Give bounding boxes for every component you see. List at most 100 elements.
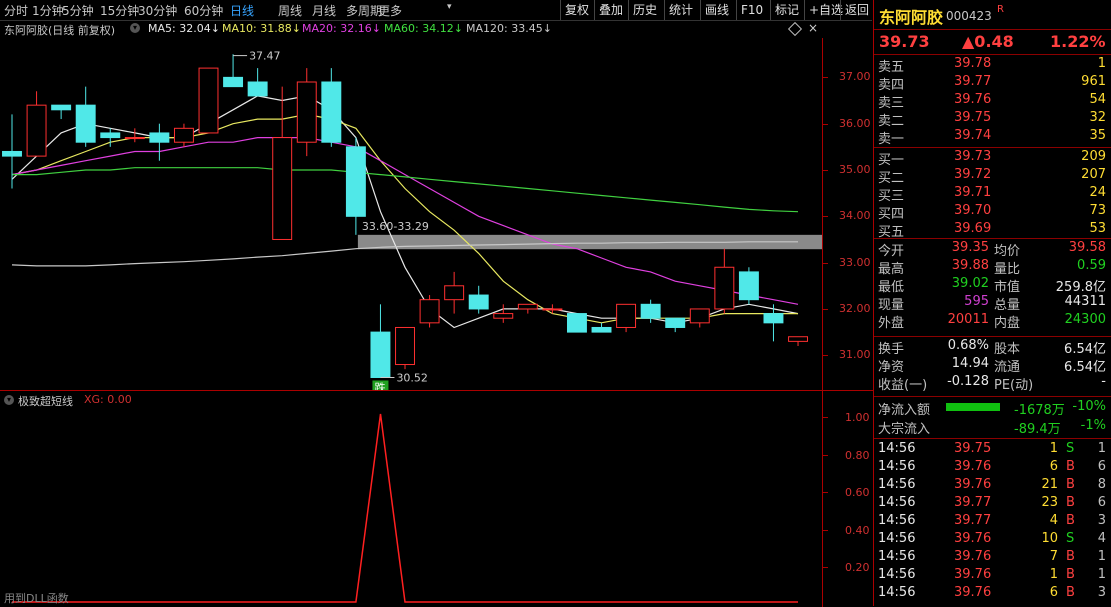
axis-tick bbox=[823, 492, 828, 494]
orderbook-row[interactable]: 买三 39.71 24 bbox=[874, 185, 1110, 204]
ma10-line bbox=[11, 113, 798, 324]
tick-row: 14:56 39.76 21 B 8 bbox=[874, 477, 1110, 495]
toolbar-button[interactable]: 统计 bbox=[664, 0, 697, 20]
ma5-line bbox=[11, 95, 799, 329]
tick-volume: 7 bbox=[1049, 549, 1058, 564]
stat-value: 595 bbox=[964, 294, 989, 309]
toolbar-button[interactable]: 复权 bbox=[560, 0, 593, 20]
tab-period[interactable]: 30分钟 bbox=[138, 2, 177, 19]
toolbar-button[interactable]: 叠加 bbox=[594, 0, 627, 20]
tick-time: 14:56 bbox=[878, 549, 916, 564]
diamond-icon[interactable] bbox=[787, 21, 803, 37]
orderbook-row[interactable]: 买五 39.69 53 bbox=[874, 221, 1110, 240]
tab-period[interactable]: 月线 bbox=[312, 2, 336, 19]
candle bbox=[247, 68, 268, 97]
indicator-axis-label: 0.80 bbox=[845, 448, 870, 462]
tick-price: 39.77 bbox=[954, 513, 992, 528]
tick-row: 14:56 39.77 4 B 3 bbox=[874, 513, 1110, 531]
orderbook-price: 39.75 bbox=[954, 110, 992, 125]
tab-period[interactable]: 分时 bbox=[4, 2, 28, 19]
toolbar-button[interactable]: 历史 bbox=[628, 0, 661, 20]
toolbar-button[interactable]: 返回 bbox=[840, 0, 873, 20]
stat-label: PE(动) bbox=[994, 378, 1034, 393]
stat-value: 39.02 bbox=[951, 276, 989, 291]
orderbook-row[interactable]: 卖三 39.76 54 bbox=[874, 92, 1110, 111]
chevron-down-icon[interactable]: ▾ bbox=[130, 23, 140, 33]
orderbook-row[interactable]: 买二 39.72 207 bbox=[874, 167, 1110, 186]
chevron-down-icon[interactable]: ▾ bbox=[447, 2, 452, 12]
candle bbox=[738, 267, 759, 305]
flow-label: 净流入额 bbox=[878, 403, 931, 418]
stat-value: 39.58 bbox=[1068, 240, 1106, 255]
orderbook-price: 39.76 bbox=[954, 92, 992, 107]
candle bbox=[124, 128, 145, 143]
quote-panel: 东阿阿胶 000423 R 39.73 ▲0.48 1.22% 卖五 39.78 1… bbox=[873, 0, 1111, 606]
axis-label: 32.00 bbox=[839, 301, 871, 315]
orderbook-level: 买四 bbox=[878, 207, 905, 222]
tab-period[interactable]: 1分钟 bbox=[32, 2, 64, 19]
stat-value: 0.59 bbox=[1077, 258, 1106, 273]
tab-period[interactable]: 多周期 bbox=[346, 2, 382, 19]
indicator-axis-label: 1.00 bbox=[845, 411, 870, 424]
axis-tick bbox=[823, 216, 828, 218]
indicator-chart[interactable] bbox=[0, 406, 822, 606]
period-toolbar: 分时 1分钟 5分钟 15分钟 30分钟 60分钟 日线 周线 月线 多周期 更多 ▾ 复权 叠加 历史 统计… bbox=[0, 0, 872, 21]
candle bbox=[468, 285, 489, 314]
orderbook-row[interactable]: 卖一 39.74 35 bbox=[874, 128, 1110, 147]
stat-label: 总量 bbox=[994, 298, 1021, 313]
stat-value: 6.54亿 bbox=[1064, 342, 1106, 357]
stat-value: 20011 bbox=[947, 312, 989, 327]
stat-label: 量比 bbox=[994, 262, 1021, 277]
stat-row: 今开 39.35 均价 39.58 bbox=[874, 240, 1110, 259]
stat-value: 259.8亿 bbox=[1055, 280, 1106, 295]
orderbook-volume: 73 bbox=[1089, 203, 1106, 218]
stock-code: 000423 bbox=[946, 9, 992, 23]
tab-period[interactable]: 更多 bbox=[378, 2, 402, 19]
orderbook-level: 卖四 bbox=[878, 78, 905, 93]
stat-label: 最高 bbox=[878, 262, 905, 277]
stat-row: 最低 39.02 市值 259.8亿 bbox=[874, 276, 1110, 295]
kline-chart[interactable]: 37.47 30.52 33.60-33.29 跌 bbox=[0, 38, 822, 390]
tab-period[interactable]: 周线 bbox=[278, 2, 302, 19]
orderbook-level: 买二 bbox=[878, 171, 905, 186]
axis-label: 34.00 bbox=[839, 209, 871, 223]
orderbook-row[interactable]: 买一 39.73 209 bbox=[874, 149, 1110, 168]
tick-price: 39.76 bbox=[954, 531, 992, 546]
candle bbox=[2, 114, 22, 189]
fund-flow: 净流入额 -1678万 -10% 大宗流入 -89.4万 -1% bbox=[874, 396, 1111, 438]
candle bbox=[26, 91, 47, 157]
tab-period[interactable]: 15分钟 bbox=[100, 2, 139, 19]
tab-period[interactable]: 60分钟 bbox=[184, 2, 223, 19]
tick-list[interactable]: 14:56 39.75 1 S 1 14:56 39.76 6 B 6 14:56 39.76 21 B 8… bbox=[874, 438, 1111, 606]
candle bbox=[566, 313, 587, 333]
close-icon[interactable]: × bbox=[808, 21, 818, 35]
toolbar-button[interactable]: 标记 bbox=[770, 0, 803, 20]
stat-row: 换手 0.68% 股本 6.54亿 bbox=[874, 338, 1110, 357]
ma-label: MA120: 33.45↓ bbox=[466, 22, 552, 35]
tab-period[interactable]: 5分钟 bbox=[62, 2, 94, 19]
chevron-down-icon[interactable]: ▾ bbox=[4, 395, 14, 405]
indicator-line bbox=[12, 413, 798, 603]
tick-count: 1 bbox=[1097, 441, 1106, 456]
indicator-axis: 1.00 0.80 0.60 0.40 0.20 bbox=[822, 390, 873, 607]
axis-tick bbox=[823, 170, 828, 171]
stat-label: 外盘 bbox=[878, 316, 905, 331]
axis-label: 33.00 bbox=[839, 255, 871, 269]
tab-period[interactable]: 日线 bbox=[230, 2, 254, 19]
toolbar-button[interactable]: 画线 bbox=[700, 0, 733, 20]
orderbook-row[interactable]: 买四 39.70 73 bbox=[874, 203, 1110, 222]
stat-label: 流通 bbox=[994, 360, 1021, 375]
orderbook-row[interactable]: 卖四 39.77 961 bbox=[874, 74, 1110, 93]
tick-price: 39.77 bbox=[954, 495, 992, 510]
axis-label: 35.00 bbox=[839, 163, 871, 176]
candle bbox=[272, 86, 293, 240]
orderbook-row[interactable]: 卖五 39.78 1 bbox=[874, 56, 1110, 75]
orderbook-price: 39.71 bbox=[954, 185, 992, 200]
tick-count: 3 bbox=[1097, 513, 1106, 528]
toolbar-button[interactable]: F10 bbox=[736, 0, 767, 20]
stat-value: 6.54亿 bbox=[1064, 360, 1106, 375]
tick-price: 39.76 bbox=[954, 459, 992, 474]
axis-label: 37.00 bbox=[839, 70, 871, 84]
axis-tick bbox=[823, 355, 828, 357]
orderbook-row[interactable]: 卖二 39.75 32 bbox=[874, 110, 1110, 129]
